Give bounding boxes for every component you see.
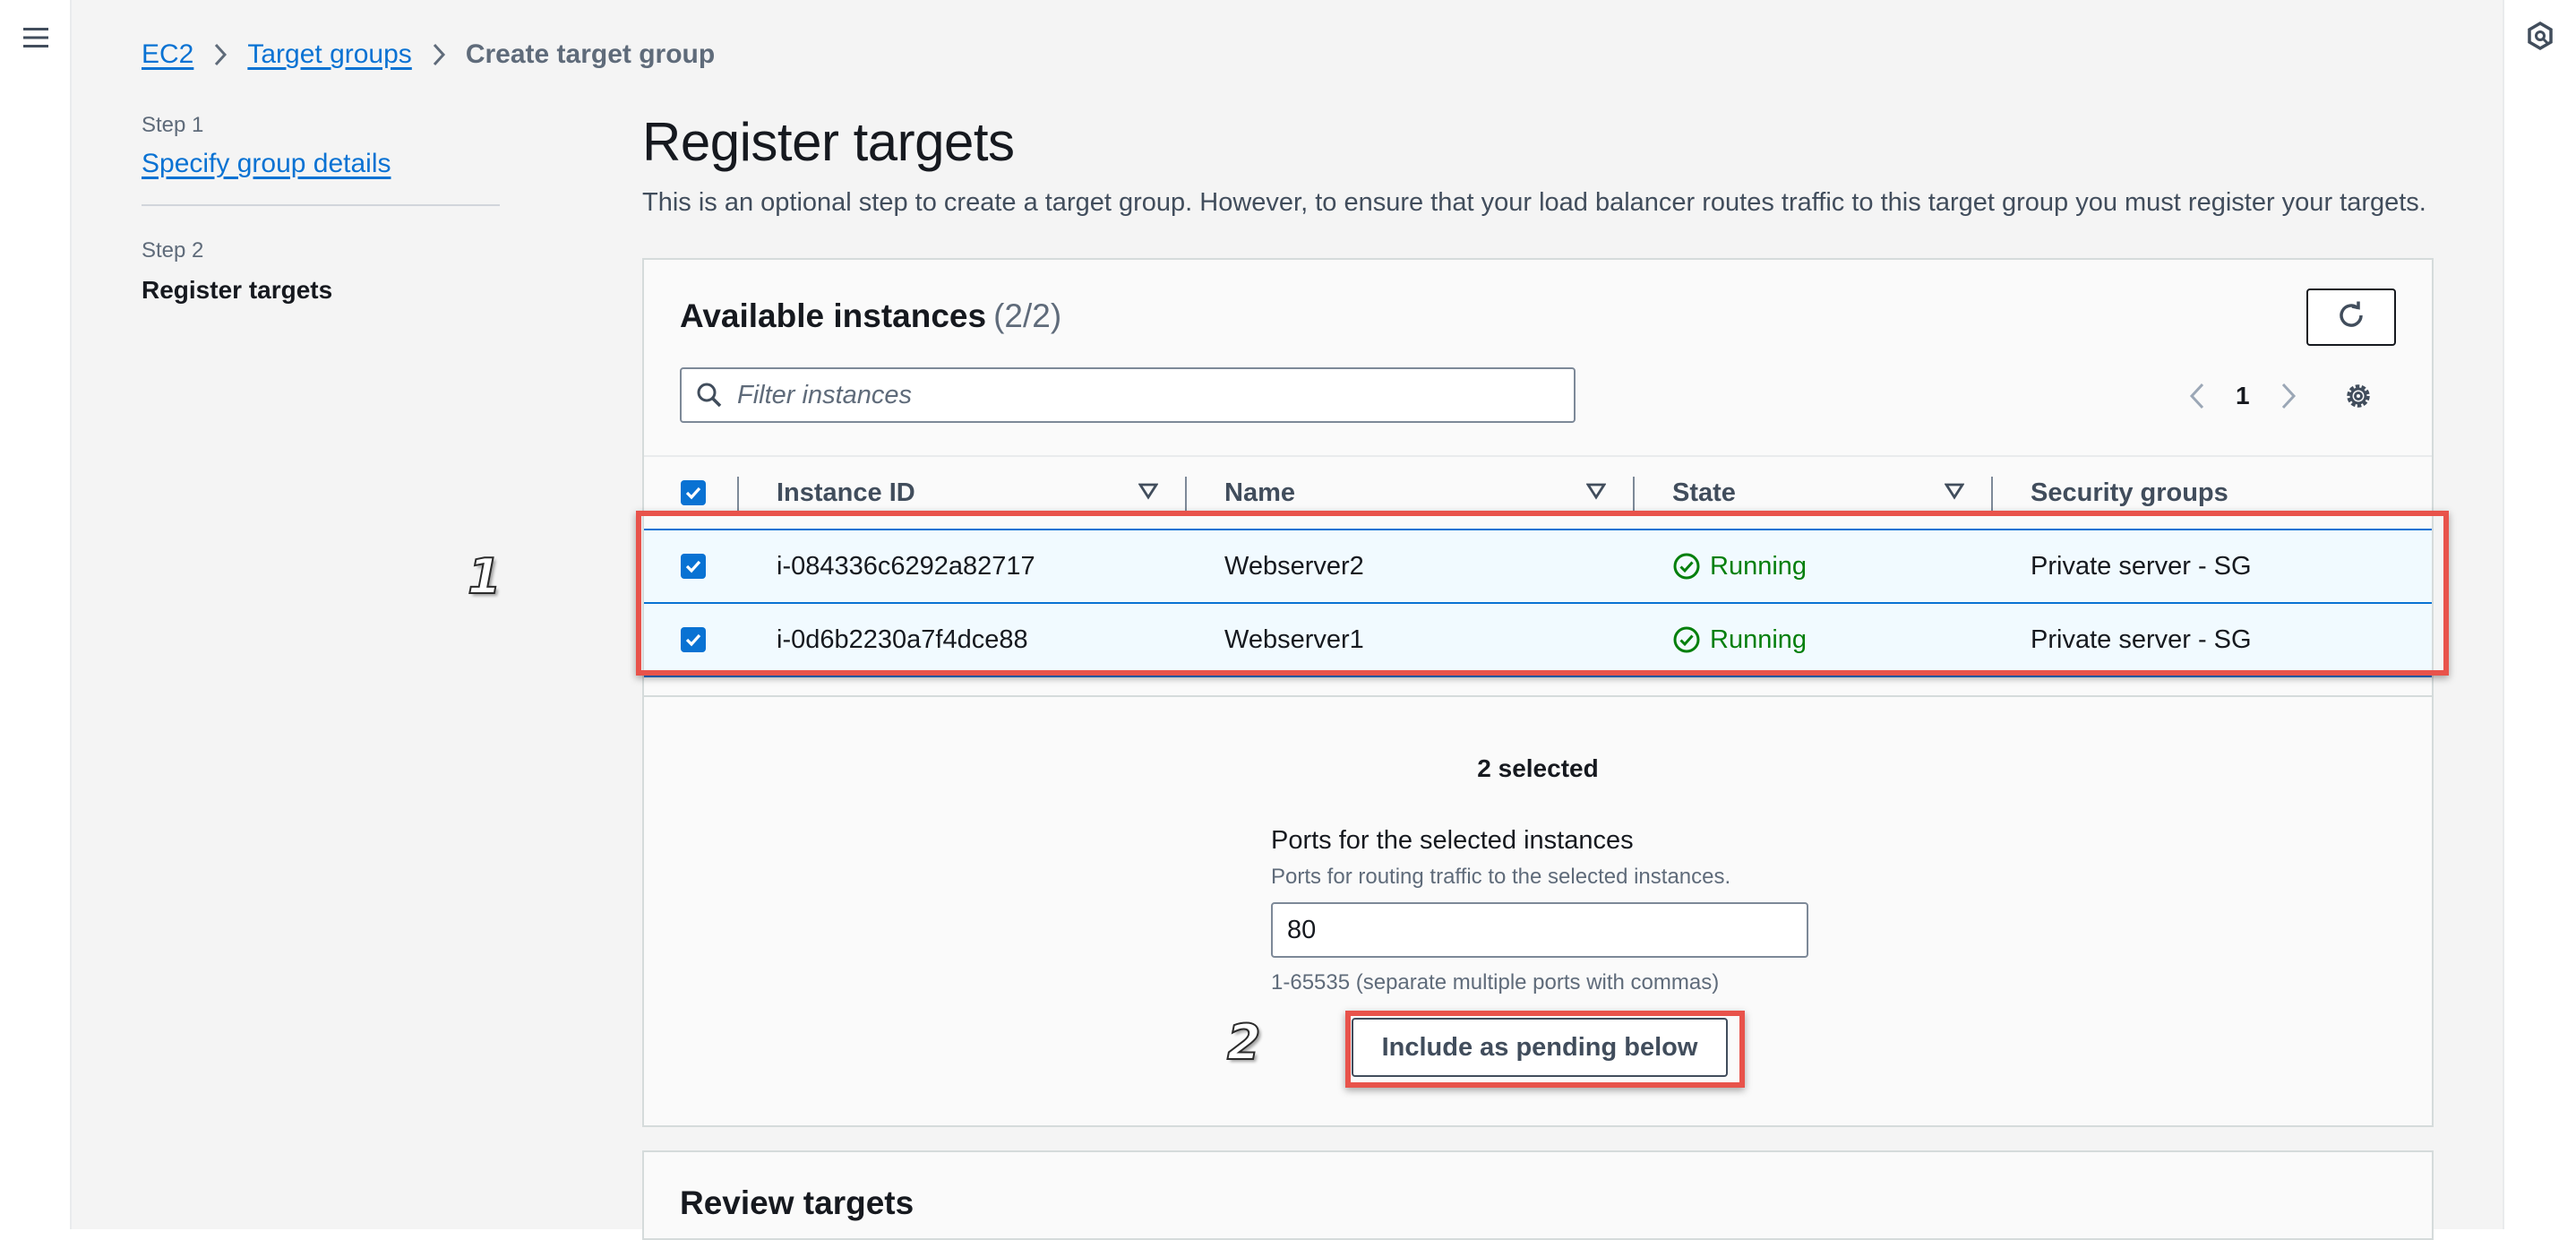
breadcrumb-target-groups-link[interactable]: Target groups bbox=[247, 39, 411, 70]
table-divider bbox=[644, 695, 2432, 697]
column-header-security-groups[interactable]: Security groups bbox=[2031, 457, 2228, 529]
menu-icon[interactable] bbox=[18, 20, 54, 56]
selected-count: 2 selected bbox=[1477, 754, 1599, 782]
callout-2: 2 bbox=[1226, 1013, 1262, 1072]
left-navigation-rail bbox=[0, 0, 72, 1229]
column-separator bbox=[737, 477, 739, 511]
table-header: Instance ID Name State Security groups bbox=[644, 455, 2432, 529]
info-panel-icon[interactable] bbox=[2522, 18, 2558, 54]
state-label: Running bbox=[1710, 624, 1807, 654]
chevron-right-icon bbox=[432, 42, 446, 67]
chevron-left-icon[interactable] bbox=[2189, 382, 2205, 410]
refresh-icon bbox=[2335, 299, 2367, 336]
ports-description: Ports for routing traffic to the selecte… bbox=[1271, 865, 1731, 889]
ports-hint: 1-65535 (separate multiple ports with co… bbox=[1271, 970, 1720, 995]
refresh-button[interactable] bbox=[2306, 288, 2396, 346]
step-divider bbox=[142, 204, 500, 206]
available-instances-count: (2/2) bbox=[993, 297, 1062, 334]
checkbox-checked-icon bbox=[685, 633, 701, 647]
available-instances-panel: Available instances(2/2) 1 Instance bbox=[642, 258, 2434, 1127]
ports-form: Ports for the selected instances Ports f… bbox=[1271, 826, 1808, 995]
cell-name: Webserver2 bbox=[1224, 551, 1364, 581]
state-label: Running bbox=[1710, 551, 1807, 581]
select-all-checkbox[interactable] bbox=[681, 480, 706, 505]
cell-security-group: Private server - SG bbox=[2031, 551, 2252, 581]
page-number[interactable]: 1 bbox=[2236, 382, 2250, 410]
table-row[interactable]: i-084336c6292a82717 Webserver2 Running P… bbox=[644, 529, 2432, 602]
right-tools-rail bbox=[2503, 0, 2576, 1229]
page-title: Register targets bbox=[642, 112, 1015, 172]
step-1-link[interactable]: Specify group details bbox=[142, 149, 391, 179]
row-checkbox[interactable] bbox=[681, 554, 706, 579]
review-targets-title: Review targets bbox=[680, 1184, 914, 1221]
filter-instances-input[interactable] bbox=[735, 379, 1545, 411]
table-row[interactable]: i-0d6b2230a7f4dce88 Webserver1 Running P… bbox=[644, 602, 2432, 677]
cell-security-group: Private server - SG bbox=[2031, 624, 2252, 654]
page-description: This is an optional step to create a tar… bbox=[642, 188, 2426, 217]
column-separator bbox=[1185, 477, 1187, 511]
pagination: 1 bbox=[2189, 375, 2374, 418]
step-2-current: Register targets bbox=[142, 276, 333, 304]
instances-table: Instance ID Name State Security groups i… bbox=[644, 455, 2432, 677]
callout-1: 1 bbox=[467, 547, 502, 606]
breadcrumb: EC2 Target groups Create target group bbox=[142, 39, 715, 70]
check-circle-icon bbox=[1673, 553, 1700, 580]
cell-state: Running bbox=[1672, 604, 1807, 676]
sort-down-icon[interactable] bbox=[1138, 482, 1159, 504]
checkbox-checked-icon bbox=[685, 487, 701, 500]
column-separator bbox=[1633, 477, 1635, 511]
include-as-pending-button[interactable]: Include as pending below bbox=[1352, 1018, 1728, 1077]
sort-down-icon[interactable] bbox=[1585, 482, 1607, 504]
sort-down-icon[interactable] bbox=[1944, 482, 1965, 504]
chevron-right-icon bbox=[213, 42, 228, 67]
check-circle-icon bbox=[1673, 626, 1700, 653]
step-1-caption: Step 1 bbox=[142, 113, 204, 137]
cell-state: Running bbox=[1672, 530, 1807, 602]
settings-icon[interactable] bbox=[2343, 381, 2374, 411]
filter-instances-field[interactable] bbox=[680, 367, 1576, 423]
breadcrumb-ec2-link[interactable]: EC2 bbox=[142, 39, 193, 70]
column-separator bbox=[1991, 477, 1993, 511]
column-header-name[interactable]: Name bbox=[1224, 457, 1295, 529]
search-icon bbox=[696, 382, 723, 409]
checkbox-checked-icon bbox=[685, 560, 701, 573]
chevron-right-icon[interactable] bbox=[2280, 382, 2297, 410]
step-2-caption: Step 2 bbox=[142, 238, 204, 263]
column-header-instance-id[interactable]: Instance ID bbox=[777, 457, 915, 529]
review-targets-panel: Review targets bbox=[642, 1150, 2434, 1240]
ports-label: Ports for the selected instances bbox=[1271, 826, 1634, 855]
wizard-steps: Step 1 Specify group details Step 2 Regi… bbox=[142, 113, 500, 305]
cell-instance-id: i-084336c6292a82717 bbox=[777, 551, 1035, 581]
available-instances-header: Available instances (2/2) bbox=[680, 297, 1061, 335]
column-header-state[interactable]: State bbox=[1672, 457, 1736, 529]
cell-instance-id: i-0d6b2230a7f4dce88 bbox=[777, 624, 1028, 654]
cell-name: Webserver1 bbox=[1224, 624, 1364, 654]
ports-input[interactable] bbox=[1271, 902, 1808, 958]
available-instances-title: Available instances bbox=[680, 297, 987, 334]
row-checkbox[interactable] bbox=[681, 627, 706, 652]
breadcrumb-current: Create target group bbox=[465, 39, 716, 69]
